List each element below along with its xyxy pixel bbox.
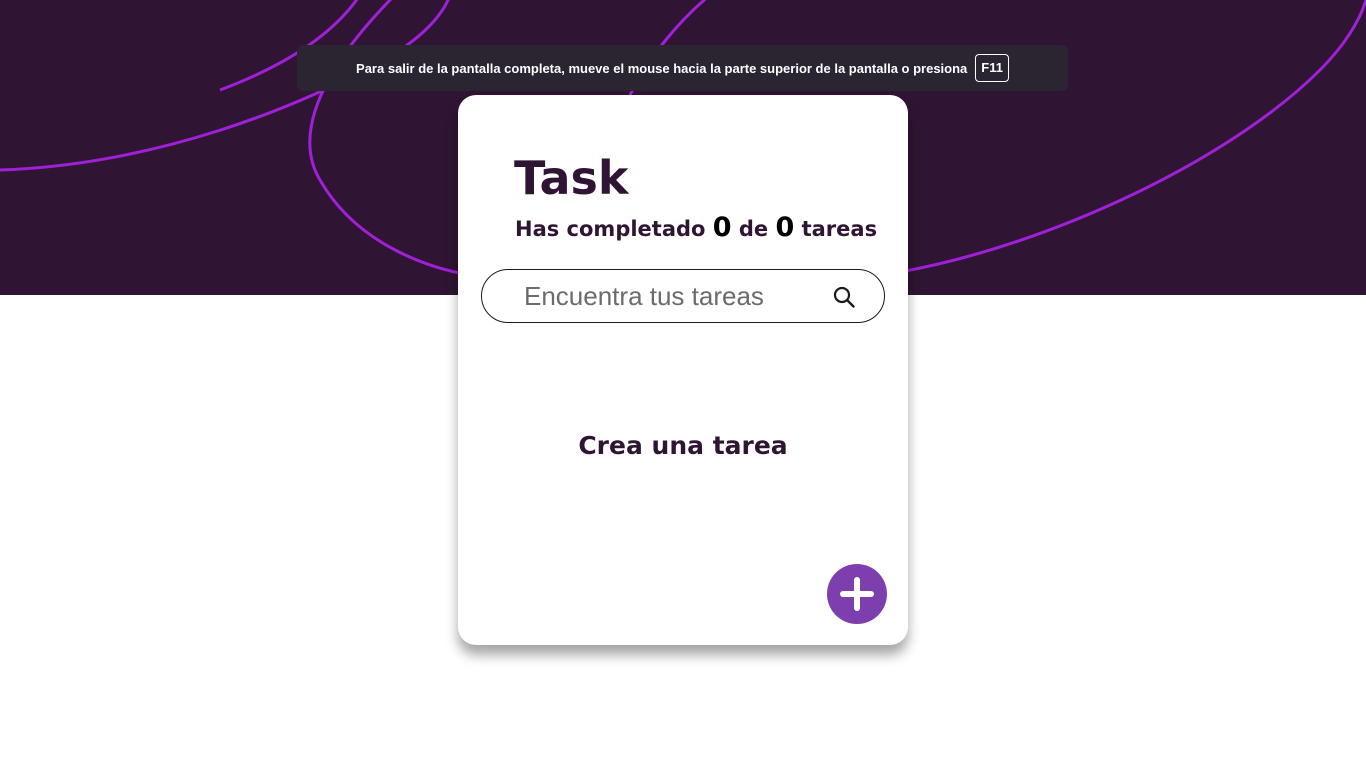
search-icon[interactable] — [832, 285, 856, 309]
page-title: Task — [514, 151, 629, 205]
fullscreen-exit-message: Para salir de la pantalla completa, muev… — [356, 60, 968, 76]
add-task-button[interactable] — [827, 564, 887, 624]
total-count: 0 — [775, 212, 795, 243]
counter-prefix: Has completado — [515, 217, 706, 241]
task-card: Task Has completado 0 de 0 tareas Crea u… — [458, 95, 908, 645]
empty-state-message: Crea una tarea — [578, 431, 788, 460]
plus-icon — [840, 577, 874, 611]
completed-count: 0 — [712, 212, 732, 243]
completion-counter: Has completado 0 de 0 tareas — [515, 212, 877, 245]
counter-separator: de — [738, 217, 769, 241]
search-bar — [481, 269, 885, 323]
search-input[interactable] — [522, 279, 816, 313]
counter-suffix: tareas — [801, 217, 878, 241]
f11-key-hint: F11 — [975, 54, 1009, 82]
fullscreen-exit-notice: Para salir de la pantalla completa, muev… — [297, 45, 1068, 91]
